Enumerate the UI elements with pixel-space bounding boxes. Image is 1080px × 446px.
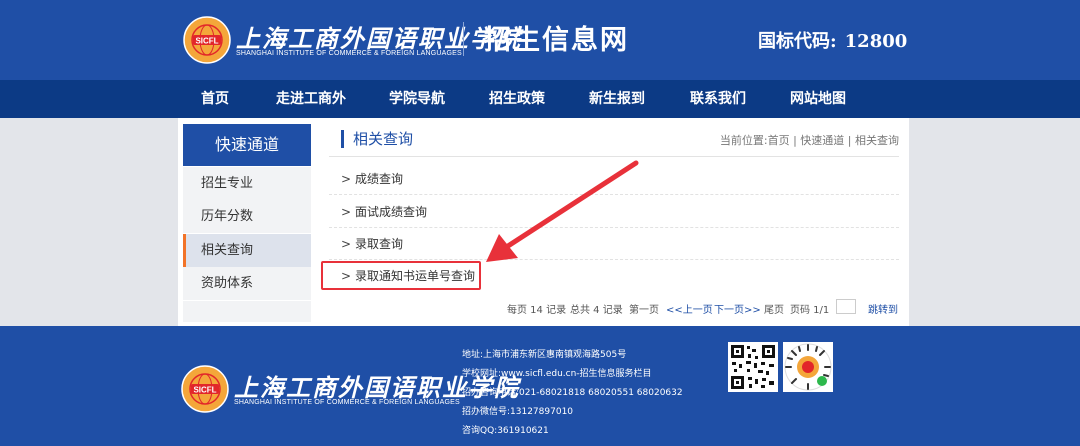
chevron-right-icon: > [341,205,352,219]
sidebar-item-related-queries[interactable]: 相关查询 [183,234,311,267]
logo-chinese-name: 上海工商外国语职业学院 [236,24,522,53]
school-emblem-icon: SICFL [183,16,231,64]
school-logo[interactable]: SICFL 上海工商外国语职业学院 SHANGHAI INSTITUTE OF … [182,15,520,65]
wechat-mini-program-code-icon [783,342,833,392]
breadcrumb: 当前位置:首页 | 快速通道 | 相关查询 [719,134,899,147]
national-code: 国标代码: 12800 [758,27,907,53]
pager-total: 总共 4 记录 [570,305,623,316]
footer-school-logo: SICFL 上海工商外国语职业学院 SHANGHAI INSTITUTE OF … [180,364,518,414]
list-item-label: 录取查询 [355,237,404,251]
list-item-label: 成绩查询 [355,172,404,186]
list-item-score-query[interactable]: > 成绩查询 [329,163,899,195]
sidebar-item-majors[interactable]: 招生专业 [183,167,311,200]
list-item-interview-score-query[interactable]: > 面试成绩查询 [329,196,899,228]
nav-item-home[interactable]: 首页 [201,80,229,118]
nav-item-site-map[interactable]: 网站地图 [790,80,846,118]
sidebar-title: 快速通道 [183,124,311,166]
pager-per-page: 每页 14 记录 [507,305,567,316]
nav-item-college-guide[interactable]: 学院导航 [389,80,445,118]
main-nav: 首页 走进工商外 学院导航 招生政策 新生报到 联系我们 网站地图 [0,80,1080,118]
chevron-right-icon: > [341,172,352,186]
emblem-text: SICFL [193,386,216,395]
content-title: 相关查询 [341,130,413,148]
national-code-value: 12800 [844,31,908,52]
footer-phone: 招办咨询电话:021-68021818 68020551 68020632 [462,388,683,398]
list-item-admission-query[interactable]: > 录取查询 [329,228,899,260]
header-divider [463,22,464,56]
sidebar-item-financial-aid[interactable]: 资助体系 [183,267,311,300]
nav-item-about[interactable]: 走进工商外 [276,80,346,118]
pager-next-page[interactable]: 下一页>> [714,301,761,316]
pager-page-info: 页码 1/1 [790,305,830,316]
national-code-label: 国标代码: [758,31,837,52]
footer-wechat: 招办微信号:13127897010 [462,407,574,417]
site-header: SICFL 上海工商外国语职业学院 SHANGHAI INSTITUTE OF … [0,0,1080,80]
pager-prev-page[interactable]: <<上一页 [666,301,713,316]
footer-address: 地址:上海市浦东新区惠南镇观海路505号 [462,350,627,360]
pager-last-page[interactable]: 尾页 [764,301,784,316]
footer-qq: 咨询QQ:361910621 [462,426,549,436]
qr-code-icon [728,342,778,392]
nav-item-admission-policy[interactable]: 招生政策 [489,80,545,118]
pager-jump-input[interactable] [836,299,856,314]
school-emblem-icon: SICFL [181,365,229,413]
pager-first-page[interactable]: 第一页 [629,301,659,316]
pager-jump-button[interactable]: 跳转到 [868,301,898,316]
annotation-highlight-box [321,261,481,290]
nav-item-contact-us[interactable]: 联系我们 [690,80,746,118]
logo-english-name: SHANGHAI INSTITUTE OF COMMERCE & FOREIGN… [236,50,462,57]
content-divider [329,156,899,157]
emblem-text: SICFL [195,37,218,46]
chevron-right-icon: > [341,237,352,251]
nav-item-freshman-registration[interactable]: 新生报到 [589,80,645,118]
sidebar-filler [183,301,311,322]
sidebar-item-past-scores[interactable]: 历年分数 [183,200,311,233]
list-item-label: 面试成绩查询 [355,205,428,219]
footer-website: 学校网址:www.sicfl.edu.cn-招生信息服务栏目 [462,369,652,379]
footer-logo-english-name: SHANGHAI INSTITUTE OF COMMERCE & FOREIGN… [234,399,460,406]
site-name: 招生信息网 [484,25,629,56]
